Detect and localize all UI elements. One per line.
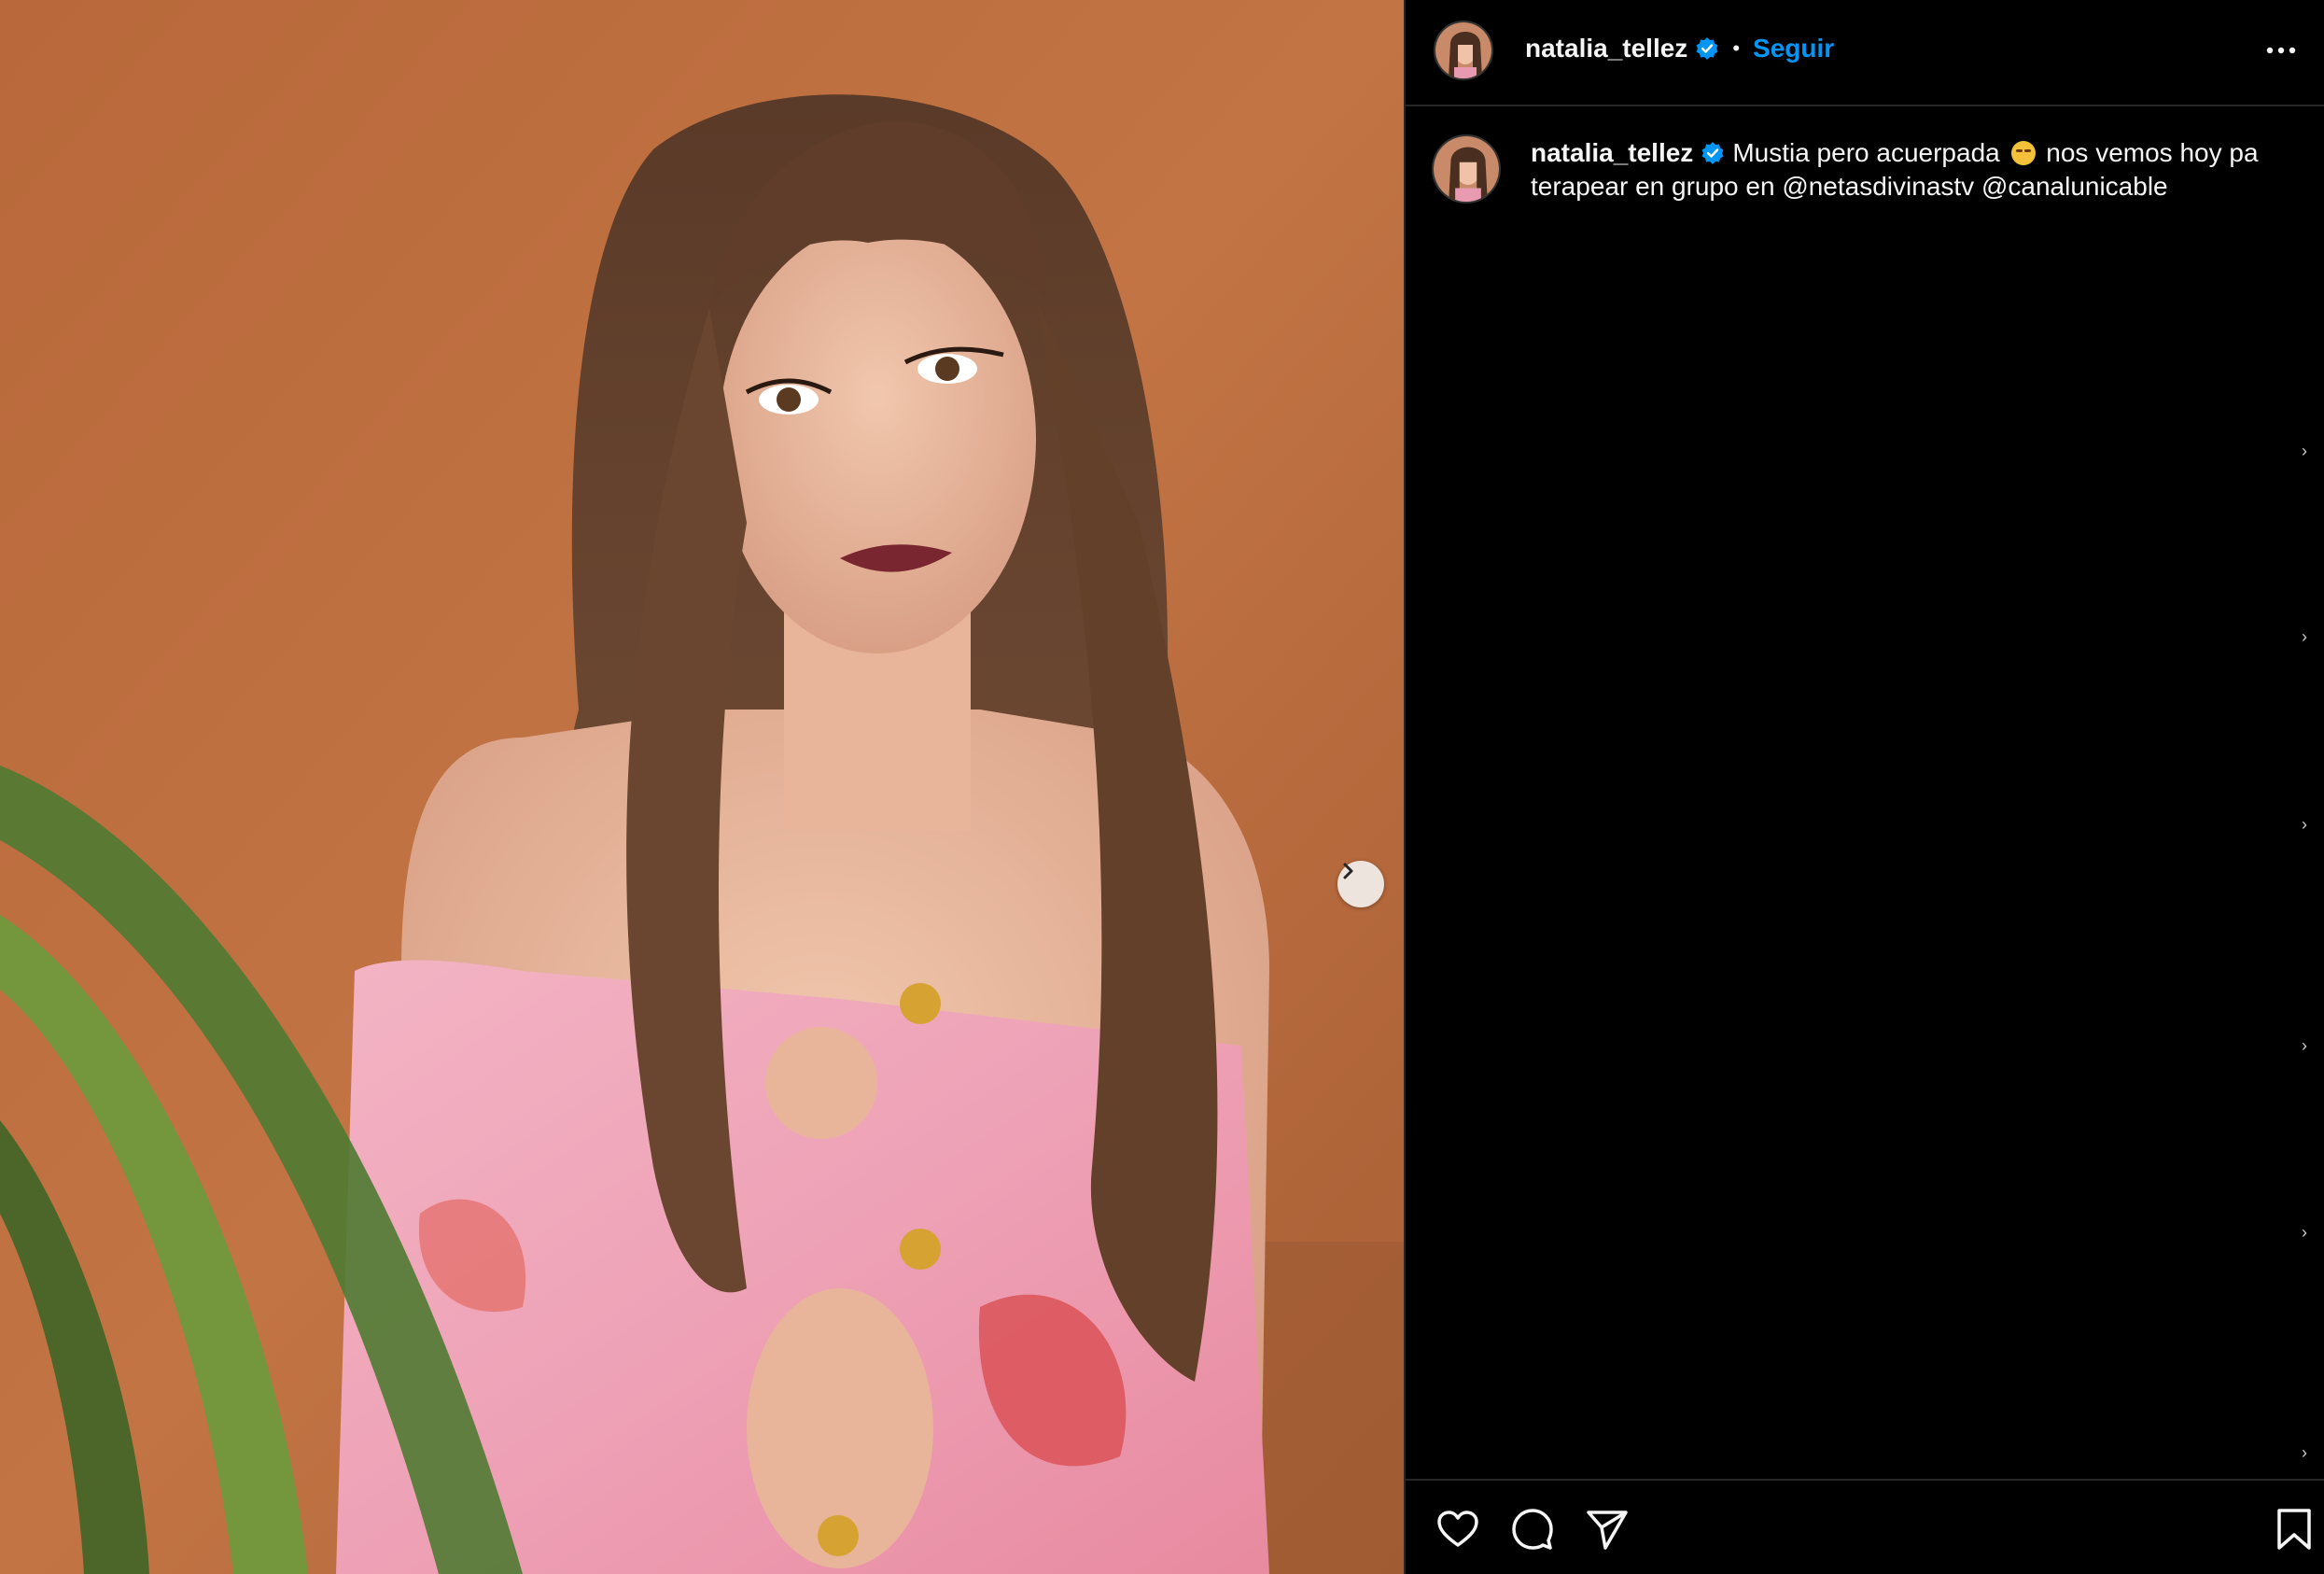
header-user-row: natalia_tellez • Seguir xyxy=(1525,32,1834,65)
comment-icon[interactable] xyxy=(1510,1507,1555,1552)
post-caption: natalia_tellez Mustia pero acuerpada nos… xyxy=(1531,136,2277,204)
chevron-right-icon xyxy=(1343,863,1353,879)
chevron-right-icon: › xyxy=(2302,1443,2307,1462)
post-details-panel: natalia_tellez • Seguir natalia_tellez M… xyxy=(1404,0,2324,1574)
profile-avatar-icon xyxy=(1435,22,1491,78)
heart-icon[interactable] xyxy=(1435,1507,1480,1552)
post-header: natalia_tellez • Seguir xyxy=(1406,0,2324,106)
author-avatar[interactable] xyxy=(1434,21,1493,80)
post-photo[interactable] xyxy=(0,0,1404,1574)
relieved-face-emoji-icon xyxy=(2010,141,2036,165)
bookmark-icon[interactable] xyxy=(2272,1507,2317,1552)
mention-netasdivinastv[interactable]: @netasdivinastv xyxy=(1782,172,1974,201)
send-icon[interactable] xyxy=(1585,1507,1630,1552)
separator-dot: • xyxy=(1732,36,1741,60)
chevron-right-icon: › xyxy=(2302,1036,2307,1055)
chevron-right-icon: › xyxy=(2302,442,2307,460)
post-photo-illustration xyxy=(0,0,1404,1574)
follow-button[interactable]: Seguir xyxy=(1753,32,1834,65)
post-actions-bar xyxy=(1406,1479,2324,1574)
author-username[interactable]: natalia_tellez xyxy=(1525,32,1687,65)
chevron-right-icon: › xyxy=(2302,815,2307,834)
mention-canalunicable[interactable]: @canalunicable xyxy=(1981,172,2168,201)
more-horizontal-icon xyxy=(2266,47,2296,54)
verified-badge-icon xyxy=(1696,37,1718,60)
instagram-post-view: natalia_tellez • Seguir natalia_tellez M… xyxy=(0,0,2324,1574)
next-photo-button[interactable] xyxy=(1337,861,1384,907)
caption-author-avatar[interactable] xyxy=(1432,134,1501,204)
more-options-button[interactable] xyxy=(2261,34,2302,67)
chevron-right-icon: › xyxy=(2302,627,2307,646)
caption-username[interactable]: natalia_tellez xyxy=(1531,138,1693,167)
caption-text-1: Mustia pero acuerpada xyxy=(1732,138,2000,167)
profile-avatar-icon xyxy=(1434,136,1499,202)
verified-badge-icon xyxy=(1701,142,1724,164)
chevron-right-icon: › xyxy=(2302,1223,2307,1242)
